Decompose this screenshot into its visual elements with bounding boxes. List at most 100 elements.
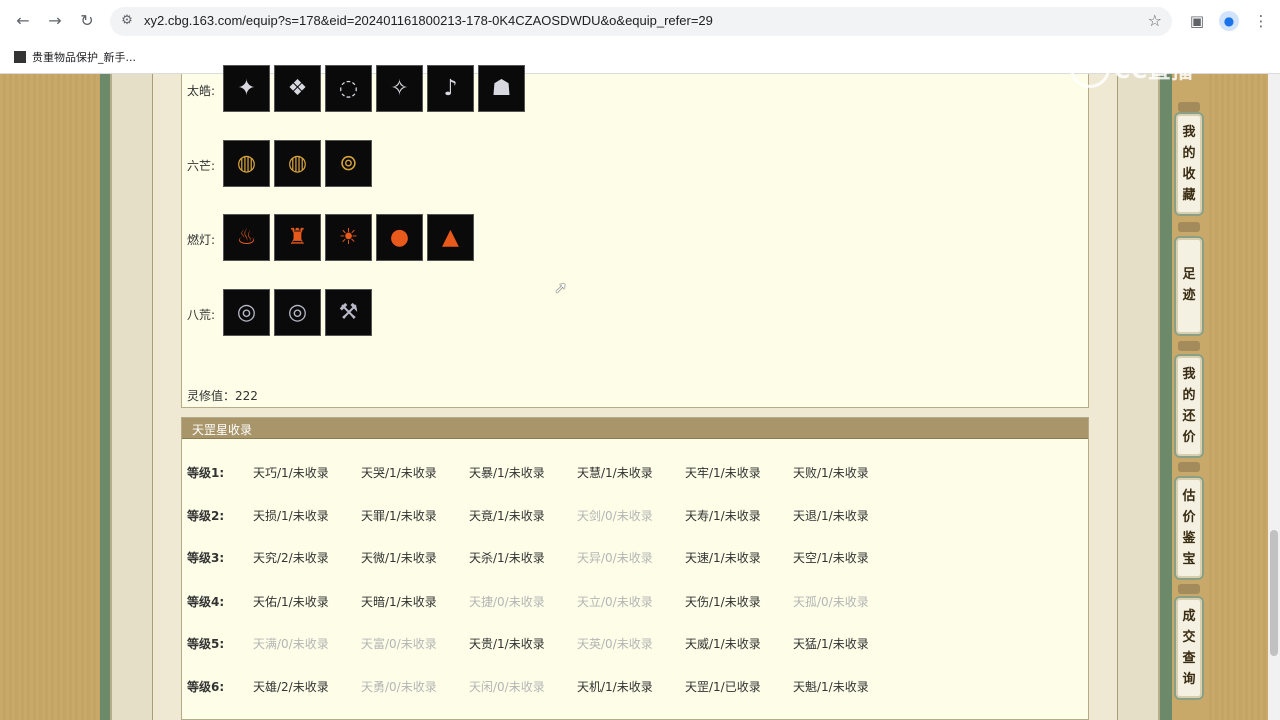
equip-item-icon[interactable]: ✧ bbox=[376, 65, 423, 112]
star-entry: 天微/1/未收录 bbox=[361, 551, 437, 565]
rail-knob bbox=[1178, 584, 1200, 594]
profile-avatar-icon[interactable]: ● bbox=[1219, 11, 1239, 31]
bookmark-favicon-icon bbox=[14, 51, 26, 63]
icon-row-randeng: ♨ ♜ ☀ ● ▲ bbox=[223, 214, 474, 261]
star-entry: 天哭/1/未收录 bbox=[361, 466, 437, 480]
level-label: 等级2: bbox=[187, 509, 225, 523]
transaction-query-button[interactable]: 成交查询 bbox=[1174, 596, 1204, 700]
stream-watermark: CC直播 bbox=[1070, 48, 1194, 88]
forward-icon[interactable]: → bbox=[44, 10, 66, 32]
star-entry: 天牢/1/未收录 bbox=[685, 466, 761, 480]
side-panel-icon[interactable]: ▣ bbox=[1187, 11, 1207, 31]
level-label: 等级4: bbox=[187, 595, 225, 609]
equip-item-icon[interactable]: ☀ bbox=[325, 214, 372, 261]
tiangang-title: 天罡星收录 bbox=[192, 423, 253, 437]
star-entry: 天机/1/未收录 bbox=[577, 680, 653, 694]
left-frame-border bbox=[100, 74, 110, 720]
equip-item-icon[interactable]: ♜ bbox=[274, 214, 321, 261]
bookmark-star-icon[interactable]: ☆ bbox=[1148, 11, 1162, 30]
level-label: 等级5: bbox=[187, 637, 225, 651]
my-counteroffer-button[interactable]: 我的还价 bbox=[1174, 354, 1204, 458]
equip-item-icon[interactable]: ♨ bbox=[223, 214, 270, 261]
star-entry: 天闲/0/未收录 bbox=[469, 680, 545, 694]
footprint-button[interactable]: 足迹 bbox=[1174, 236, 1204, 336]
rail-knob bbox=[1178, 341, 1200, 351]
star-entry: 天罡/1/已收录 bbox=[685, 680, 761, 694]
star-entry: 天速/1/未收录 bbox=[685, 551, 761, 565]
bookmark-item[interactable]: 贵重物品保护_新手... bbox=[14, 49, 136, 65]
icon-row-taihao: ✦ ❖ ◌ ✧ ♪ ☗ bbox=[223, 65, 525, 112]
row-label-randeng: 燃灯: bbox=[187, 233, 216, 247]
star-entry: 天孤/0/未收录 bbox=[793, 595, 869, 609]
equip-item-icon[interactable]: ● bbox=[376, 214, 423, 261]
rail-knob bbox=[1178, 102, 1200, 112]
star-entry: 天退/1/未收录 bbox=[793, 509, 869, 523]
star-entry: 天杀/1/未收录 bbox=[469, 551, 545, 565]
star-entry: 天猛/1/未收录 bbox=[793, 637, 869, 651]
browser-toolbar: ← → ↻ ⚙ xy2.cbg.163.com/equip?s=178&eid=… bbox=[0, 0, 1280, 42]
equip-item-icon[interactable]: ▲ bbox=[427, 214, 474, 261]
star-entry: 天满/0/未收录 bbox=[253, 637, 329, 651]
site-info-icon[interactable]: ⚙ bbox=[118, 12, 136, 30]
bookmark-label[interactable]: 贵重物品保护_新手... bbox=[32, 51, 136, 64]
star-entry: 天败/1/未收录 bbox=[793, 466, 869, 480]
url-text[interactable]: xy2.cbg.163.com/equip?s=178&eid=20240116… bbox=[144, 13, 713, 28]
back-icon[interactable]: ← bbox=[12, 10, 34, 32]
star-entry: 天剑/0/未收录 bbox=[577, 509, 653, 523]
star-entry: 天贵/1/未收录 bbox=[469, 637, 545, 651]
star-entry: 天寿/1/未收录 bbox=[685, 509, 761, 523]
row-label-taihao: 太皓: bbox=[187, 84, 216, 98]
equip-item-icon[interactable]: ◎ bbox=[274, 289, 321, 336]
my-favorites-button[interactable]: 我的收藏 bbox=[1174, 112, 1204, 216]
star-entry: 天暗/1/未收录 bbox=[361, 595, 437, 609]
star-entry: 天立/0/未收录 bbox=[577, 595, 653, 609]
star-entry: 天巧/1/未收录 bbox=[253, 466, 329, 480]
mouse-cursor-icon: ➚ bbox=[554, 278, 568, 297]
level-label: 等级3: bbox=[187, 551, 225, 565]
equip-item-icon[interactable]: ✦ bbox=[223, 65, 270, 112]
level-label: 等级6: bbox=[187, 680, 225, 694]
star-entry: 天威/1/未收录 bbox=[685, 637, 761, 651]
star-entry: 天慧/1/未收录 bbox=[577, 466, 653, 480]
equip-item-icon[interactable]: ⚒ bbox=[325, 289, 372, 336]
address-bar[interactable]: ⚙ xy2.cbg.163.com/equip?s=178&eid=202401… bbox=[110, 7, 1172, 36]
star-entry: 天伤/1/未收录 bbox=[685, 595, 761, 609]
tiangang-header-bar bbox=[182, 418, 1088, 439]
equip-item-icon[interactable]: ❖ bbox=[274, 65, 321, 112]
star-entry: 天佑/1/未收录 bbox=[253, 595, 329, 609]
equip-item-icon[interactable]: ◍ bbox=[274, 140, 321, 187]
equip-item-icon[interactable]: ♪ bbox=[427, 65, 474, 112]
level-label: 等级1: bbox=[187, 466, 225, 480]
lingxiu-value: 灵修值：222 bbox=[187, 389, 258, 403]
tiangang-panel bbox=[181, 417, 1089, 720]
star-entry: 天罪/1/未收录 bbox=[361, 509, 437, 523]
equip-item-icon[interactable]: ◍ bbox=[223, 140, 270, 187]
scrollbar-thumb[interactable] bbox=[1270, 530, 1278, 656]
appraisal-button[interactable]: 估价鉴宝 bbox=[1174, 476, 1204, 580]
reload-icon[interactable]: ↻ bbox=[76, 10, 98, 32]
star-entry: 天异/0/未收录 bbox=[577, 551, 653, 565]
star-entry: 天竟/1/未收录 bbox=[469, 509, 545, 523]
right-frame-border bbox=[1160, 74, 1172, 720]
watermark-logo-icon bbox=[1070, 48, 1110, 88]
star-entry: 天捷/0/未收录 bbox=[469, 595, 545, 609]
icon-row-bahuang: ◎ ◎ ⚒ bbox=[223, 289, 372, 336]
star-entry: 天富/0/未收录 bbox=[361, 637, 437, 651]
equip-item-icon[interactable]: ⊚ bbox=[325, 140, 372, 187]
rail-knob bbox=[1178, 222, 1200, 232]
star-entry: 天勇/0/未收录 bbox=[361, 680, 437, 694]
star-entry: 天雄/2/未收录 bbox=[253, 680, 329, 694]
star-entry: 天空/1/未收录 bbox=[793, 551, 869, 565]
star-entry: 天损/1/未收录 bbox=[253, 509, 329, 523]
equip-item-icon[interactable]: ◎ bbox=[223, 289, 270, 336]
icon-row-liumang: ◍ ◍ ⊚ bbox=[223, 140, 372, 187]
row-label-bahuang: 八荒: bbox=[187, 308, 216, 322]
star-entry: 天究/2/未收录 bbox=[253, 551, 329, 565]
star-entry: 天暴/1/未收录 bbox=[469, 466, 545, 480]
equip-item-icon[interactable]: ◌ bbox=[325, 65, 372, 112]
equip-item-icon[interactable]: ☗ bbox=[478, 65, 525, 112]
menu-dots-icon[interactable]: ⋮ bbox=[1251, 11, 1271, 31]
star-entry: 天英/0/未收录 bbox=[577, 637, 653, 651]
row-label-liumang: 六芒: bbox=[187, 159, 216, 173]
rail-knob bbox=[1178, 462, 1200, 472]
